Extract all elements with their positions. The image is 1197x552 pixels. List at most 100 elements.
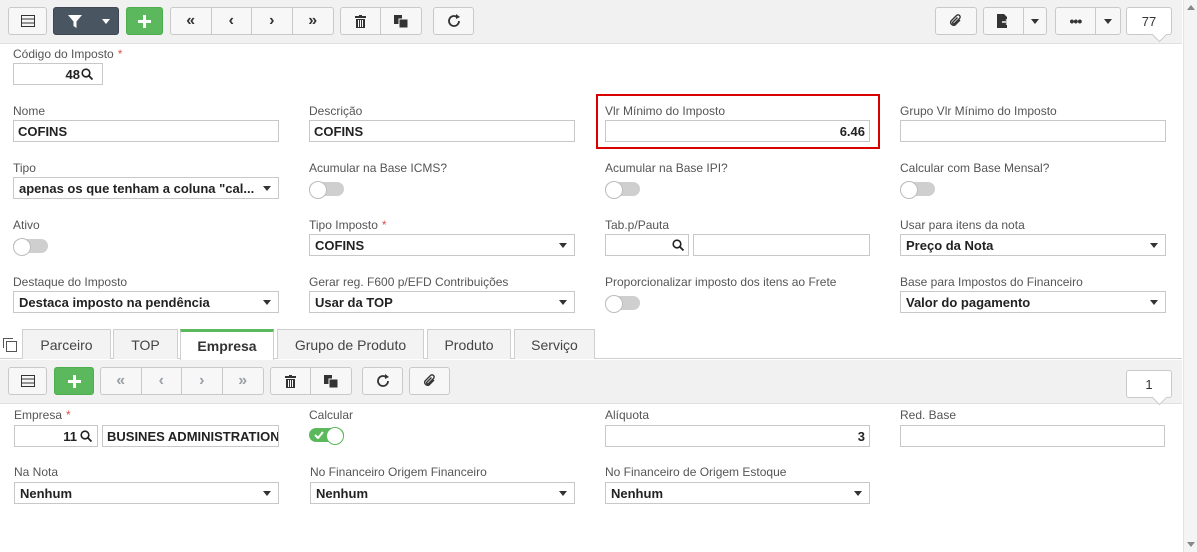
proporcionalizar-toggle[interactable] (605, 295, 640, 313)
attachment-button[interactable] (935, 7, 977, 35)
fin-origem-estoque-select[interactable]: Nenhum (605, 482, 870, 504)
scroll-up-icon[interactable] (1187, 5, 1195, 10)
tipo-imposto-label: Tipo Imposto * (309, 218, 387, 232)
detail-first-button[interactable]: « (101, 368, 142, 394)
red-base-label: Red. Base (900, 408, 957, 422)
tipo-select[interactable]: apenas os que tenham a coluna "cal... (13, 177, 279, 199)
grid-icon (20, 375, 35, 387)
tab-pauta-code-input[interactable] (605, 234, 689, 256)
red-base-input[interactable] (900, 425, 1165, 447)
gerar-f600-label: Gerar reg. F600 p/EFD Contribuições (309, 275, 509, 289)
filter-button[interactable] (53, 7, 119, 35)
fin-origem-estoque-label: No Financeiro de Origem Estoque (605, 465, 787, 479)
gerar-f600-select[interactable]: Usar da TOP (309, 291, 575, 313)
export-dropdown[interactable] (1024, 8, 1046, 34)
required-marker: * (381, 218, 387, 232)
last-record-button[interactable]: » (293, 8, 333, 34)
tab-pauta-description-input[interactable] (693, 234, 870, 256)
codigo-imposto-input[interactable]: 48 (13, 63, 103, 85)
tab-parceiro[interactable]: Parceiro (22, 329, 111, 359)
chevron-right-icon: › (269, 12, 275, 29)
fin-origem-estoque-value: Nenhum (611, 485, 663, 501)
detail-record-actions (270, 367, 352, 395)
search-icon[interactable] (672, 239, 684, 251)
aliquota-input[interactable]: 3 (605, 425, 870, 447)
codigo-imposto-value: 48 (65, 66, 80, 82)
descricao-input[interactable]: COFINS (309, 120, 575, 142)
detail-duplicate-button[interactable] (311, 368, 351, 394)
first-record-button[interactable]: « (171, 8, 212, 34)
calcular-label: Calcular (309, 408, 354, 422)
destaque-select[interactable]: Destaca imposto na pendência (13, 291, 279, 313)
calcular-base-mensal-toggle[interactable] (900, 181, 935, 199)
detail-navigation-group: « ‹ › » (100, 367, 264, 395)
trash-icon (285, 374, 296, 388)
grupo-vlr-minimo-input[interactable] (900, 120, 1166, 142)
export-button[interactable] (984, 8, 1024, 34)
detail-attachment-button[interactable] (409, 367, 450, 395)
grupo-vlr-minimo-label: Grupo Vlr Mínimo do Imposto (900, 104, 1057, 118)
more-actions-dropdown[interactable] (1096, 8, 1120, 34)
chevron-down-icon (1103, 18, 1112, 24)
acumular-icms-toggle[interactable] (309, 181, 344, 199)
tab-servico[interactable]: Serviço (514, 329, 595, 359)
detail-previous-button[interactable]: ‹ (142, 368, 182, 394)
na-nota-select[interactable]: Nenhum (14, 482, 279, 504)
detail-add-button[interactable] (54, 367, 94, 395)
tipo-imposto-value: COFINS (315, 237, 365, 253)
chevron-down-icon (1030, 18, 1039, 24)
destaque-value: Destaca imposto na pendência (19, 294, 210, 310)
ativo-label: Ativo (13, 218, 40, 232)
tab-empresa[interactable]: Empresa (180, 329, 274, 360)
tab-pauta-label: Tab.p/Pauta (605, 218, 670, 232)
tab-produto[interactable]: Produto (427, 329, 511, 359)
detail-last-button[interactable]: » (223, 368, 263, 394)
nome-input[interactable]: COFINS (13, 120, 279, 142)
trash-icon (355, 14, 366, 28)
chevron-left-icon: ‹ (158, 372, 164, 389)
fin-origem-financeiro-select[interactable]: Nenhum (310, 482, 575, 504)
na-nota-value: Nenhum (20, 485, 72, 501)
filter-dropdown-caret[interactable] (102, 19, 110, 24)
chevron-down-icon (263, 186, 271, 191)
search-icon[interactable] (81, 68, 93, 80)
plus-icon (138, 14, 151, 28)
na-nota-label: Na Nota (14, 465, 59, 479)
search-icon[interactable] (80, 430, 92, 442)
ativo-toggle[interactable] (13, 238, 48, 256)
duplicate-button[interactable] (381, 8, 421, 34)
acumular-icms-label: Acumular na Base ICMS? (309, 161, 448, 175)
delete-button[interactable] (341, 8, 382, 34)
detail-delete-button[interactable] (271, 368, 312, 394)
paperclip-icon (950, 14, 961, 26)
usar-itens-nota-select[interactable]: Preço da Nota (900, 234, 1166, 256)
tipo-imposto-label-text: Tipo Imposto (309, 218, 378, 232)
previous-record-button[interactable]: ‹ (212, 8, 252, 34)
copy-icon (324, 374, 338, 388)
more-actions-button[interactable]: ••• (1056, 8, 1096, 34)
add-button[interactable] (126, 7, 163, 35)
scroll-down-icon[interactable] (1187, 542, 1195, 547)
tipo-select-value: apenas os que tenham a coluna "cal... (19, 180, 255, 196)
detail-next-button[interactable]: › (182, 368, 223, 394)
grid-view-button[interactable] (8, 7, 47, 35)
required-marker: * (117, 47, 123, 61)
calcular-toggle[interactable] (309, 427, 344, 445)
refresh-button[interactable] (433, 7, 474, 35)
empresa-code-input[interactable]: 11 (14, 425, 98, 447)
tipo-imposto-select[interactable]: COFINS (309, 234, 575, 256)
base-financeiro-select[interactable]: Valor do pagamento (900, 291, 1166, 313)
chevron-left-icon: ‹ (228, 12, 234, 29)
vertical-scrollbar[interactable] (1183, 0, 1197, 552)
vlr-minimo-input[interactable]: 6.46 (605, 120, 870, 142)
acumular-ipi-toggle[interactable] (605, 181, 640, 199)
next-record-button[interactable]: › (252, 8, 293, 34)
window-restore-icon[interactable] (3, 338, 17, 352)
detail-grid-view-button[interactable] (8, 367, 47, 395)
tab-grupo-produto[interactable]: Grupo de Produto (277, 329, 424, 359)
tab-top[interactable]: TOP (113, 329, 178, 359)
refresh-icon (376, 374, 389, 387)
double-chevron-left-icon: « (116, 372, 126, 389)
detail-refresh-button[interactable] (362, 367, 403, 395)
empresa-name-input[interactable]: BUSINES ADMINISTRATION (102, 425, 279, 447)
